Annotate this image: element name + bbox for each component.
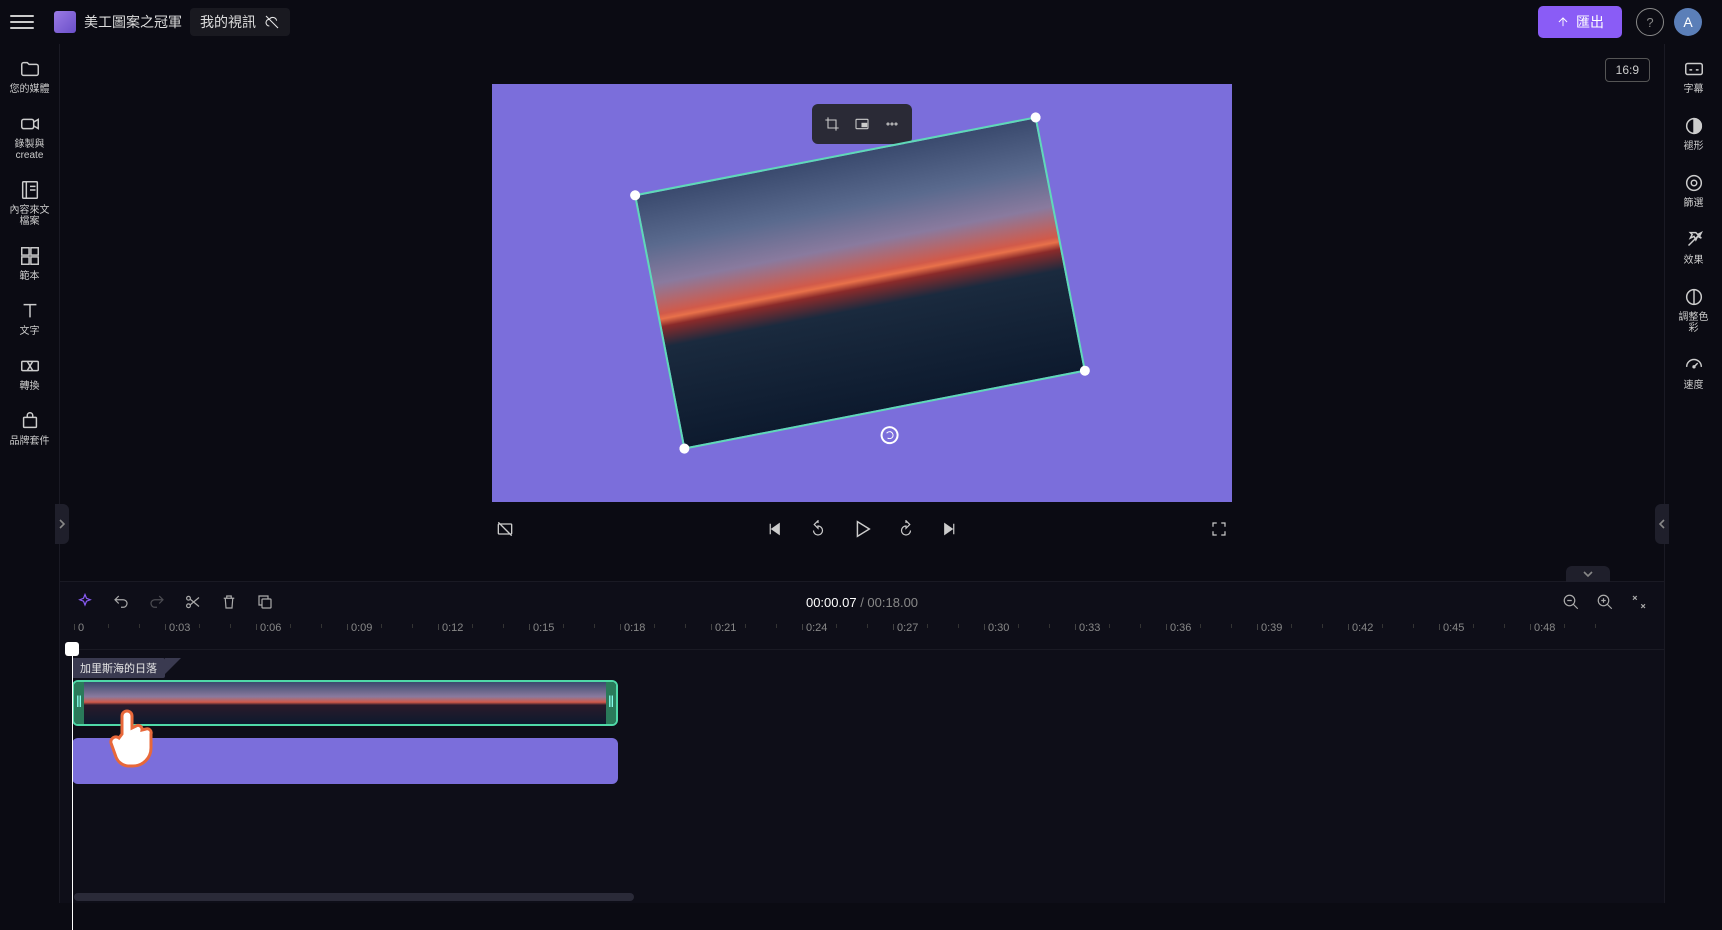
- magic-button[interactable]: [74, 591, 96, 613]
- rail-your-media[interactable]: 您的媒體: [0, 58, 59, 95]
- next-button[interactable]: [937, 516, 963, 542]
- rail-text[interactable]: 文字: [0, 300, 59, 337]
- playhead[interactable]: [72, 650, 73, 930]
- resize-handle-tr[interactable]: [1030, 112, 1042, 124]
- fullscreen-button[interactable]: [1206, 516, 1232, 542]
- aspect-ratio-selector[interactable]: 16:9: [1605, 58, 1650, 82]
- zoom-out-button[interactable]: [1560, 591, 1582, 613]
- rail-effects[interactable]: 效果: [1665, 229, 1722, 266]
- rail-speed[interactable]: 速度: [1665, 354, 1722, 391]
- clip-thumbnails: [84, 682, 606, 724]
- selected-clip-overlay[interactable]: [634, 116, 1086, 449]
- help-button[interactable]: ?: [1636, 8, 1664, 36]
- rail-templates[interactable]: 範本: [0, 245, 59, 282]
- rail-record-create[interactable]: 錄製與 create: [0, 113, 59, 161]
- pip-button[interactable]: [848, 110, 876, 138]
- rail-fade[interactable]: 褪形: [1665, 115, 1722, 152]
- clip-trim-right[interactable]: ‖: [606, 682, 616, 724]
- export-button[interactable]: 匯出: [1538, 6, 1622, 38]
- clip-image: [634, 116, 1086, 449]
- project-title: 美工圖案之冠軍: [84, 12, 182, 32]
- more-button[interactable]: [878, 110, 906, 138]
- left-rail: 您的媒體 錄製與 create 內容來文 檔案 範本 文字 轉換 品牌套件: [0, 44, 60, 903]
- canvas[interactable]: [492, 84, 1232, 502]
- right-rail: 字幕 褪形 篩選 效果 調整色 彩 速度: [1664, 44, 1722, 903]
- rail-brand-kit[interactable]: 品牌套件: [0, 410, 59, 447]
- project-subtitle: 我的視訊: [200, 12, 256, 32]
- rail-captions[interactable]: 字幕: [1665, 58, 1722, 95]
- preview-area: 16:9: [60, 44, 1664, 581]
- floating-toolbar: [812, 104, 912, 144]
- detach-audio-button[interactable]: [492, 516, 518, 542]
- menu-button[interactable]: [10, 10, 34, 34]
- project-subtitle-wrap[interactable]: 我的視訊: [190, 8, 290, 36]
- zoom-in-button[interactable]: [1594, 591, 1616, 613]
- timeline-tracks[interactable]: 加里斯海的日落 ‖ ‖: [60, 650, 1664, 903]
- rewind-button[interactable]: [805, 516, 831, 542]
- clip-trim-left[interactable]: ‖: [74, 682, 84, 724]
- prev-button[interactable]: [761, 516, 787, 542]
- timeline-time: 00:00.07 / 00:18.00: [806, 595, 918, 610]
- undo-button[interactable]: [110, 591, 132, 613]
- resize-handle-br[interactable]: [1079, 365, 1091, 377]
- timeline-pane: 00:00.07 / 00:18.00 00:030:060:090:120:1…: [60, 581, 1664, 903]
- delete-button[interactable]: [218, 591, 240, 613]
- rail-filter[interactable]: 篩選: [1665, 172, 1722, 209]
- rail-transitions[interactable]: 轉換: [0, 355, 59, 392]
- video-clip[interactable]: ‖ ‖: [72, 680, 618, 726]
- rail-adjust-color[interactable]: 調整色 彩: [1665, 286, 1722, 334]
- forward-button[interactable]: [893, 516, 919, 542]
- project-icon: [54, 11, 76, 33]
- playback-controls: [492, 502, 1232, 556]
- play-button[interactable]: [849, 516, 875, 542]
- rotate-handle[interactable]: [879, 425, 900, 446]
- timeline-collapse[interactable]: [1566, 566, 1610, 582]
- redo-button[interactable]: [146, 591, 168, 613]
- timeline-ruler[interactable]: 00:030:060:090:120:150:180:210:240:270:3…: [72, 622, 1664, 650]
- fit-button[interactable]: [1628, 591, 1650, 613]
- resize-handle-tl[interactable]: [629, 189, 641, 201]
- crop-button[interactable]: [818, 110, 846, 138]
- timeline-toolbar: 00:00.07 / 00:18.00: [60, 582, 1664, 622]
- upload-icon: [1556, 15, 1570, 29]
- duplicate-button[interactable]: [254, 591, 276, 613]
- top-bar: 美工圖案之冠軍 我的視訊 匯出 ? A: [0, 0, 1722, 44]
- resize-handle-bl[interactable]: [679, 443, 691, 455]
- avatar[interactable]: A: [1674, 8, 1702, 36]
- timeline-scrollbar[interactable]: [74, 893, 1650, 901]
- background-clip[interactable]: [72, 738, 618, 784]
- clip-label: 加里斯海的日落: [72, 658, 165, 678]
- rail-content-library[interactable]: 內容來文 檔案: [0, 179, 59, 227]
- cloud-off-icon: [264, 14, 280, 30]
- split-button[interactable]: [182, 591, 204, 613]
- right-rail-expand[interactable]: [1655, 504, 1669, 544]
